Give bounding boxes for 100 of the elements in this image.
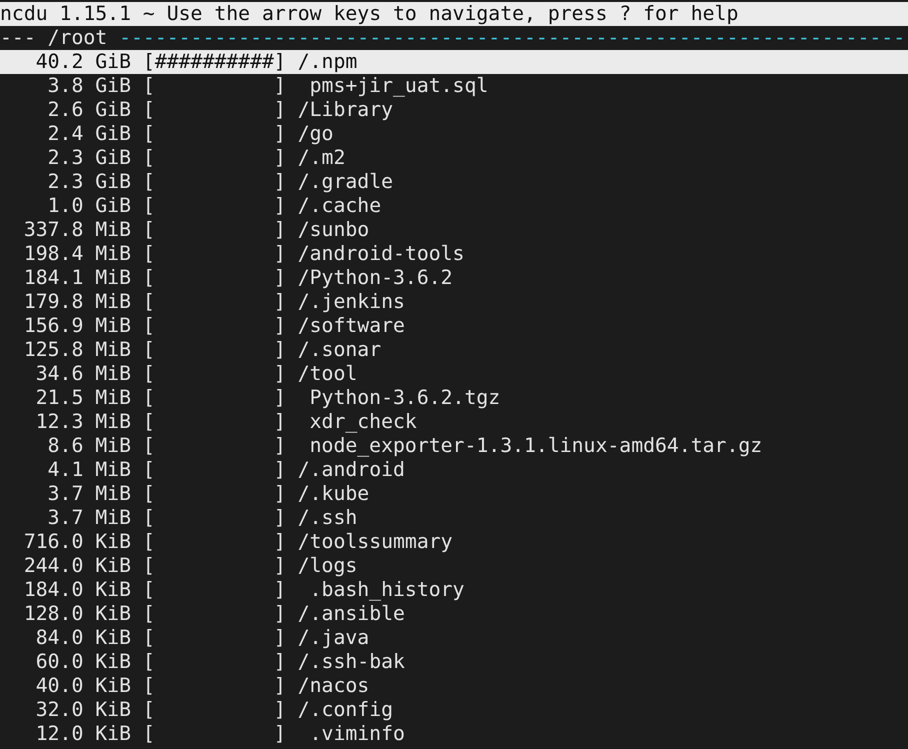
name-cell: /.kube [298, 482, 370, 506]
name-cell: /.sonar [298, 338, 382, 362]
name-cell: /Python-3.6.2 [298, 266, 453, 290]
name-cell: /.android [298, 458, 405, 482]
file-row[interactable]: 34.6 MiB [ ] /tool [0, 362, 908, 386]
size-cell-text: 3.8 GiB [46, 74, 131, 98]
name-cell-text: node_exporter-1.3.1.linux-amd64.tar.gz [308, 434, 762, 458]
file-row[interactable]: 198.4 MiB [ ] /android-tools [0, 242, 908, 266]
usage-graph: [ ] [142, 410, 286, 434]
usage-graph: [ ] [142, 698, 286, 722]
usage-graph: [##########] [142, 50, 286, 74]
file-row[interactable]: 3.7 MiB [ ] /.ssh [0, 506, 908, 530]
file-row[interactable]: 2.4 GiB [ ] /go [0, 122, 908, 146]
size-cell-text: 34.6 MiB [34, 362, 131, 386]
size-cell-text: 21.5 MiB [34, 386, 131, 410]
size-cell-text: 244.0 KiB [22, 554, 131, 578]
usage-graph: [ ] [142, 602, 286, 626]
name-cell: /.java [298, 626, 370, 650]
usage-graph: [ ] [142, 434, 286, 458]
file-row[interactable]: 8.6 MiB [ ] node_exporter-1.3.1.linux-amd64.tar.gz [0, 434, 908, 458]
file-row[interactable]: 184.1 MiB [ ] /Python-3.6.2 [0, 266, 908, 290]
size-cell-text: 1.0 GiB [46, 194, 131, 218]
file-row[interactable]: 12.0 KiB [ ] .viminfo [0, 722, 908, 746]
usage-graph: [ ] [142, 578, 286, 602]
file-row[interactable]: 156.9 MiB [ ] /software [0, 314, 908, 338]
size-cell-text: 128.0 KiB [22, 602, 131, 626]
file-row[interactable]: 244.0 KiB [ ] /logs [0, 554, 908, 578]
name-cell: /.npm [298, 50, 358, 74]
name-cell: /Library [298, 98, 394, 122]
size-cell-text: 60.0 KiB [34, 650, 131, 674]
file-row[interactable]: 2.6 GiB [ ] /Library [0, 98, 908, 122]
name-cell-text: .viminfo [308, 722, 405, 746]
name-cell: /go [298, 122, 334, 146]
file-row[interactable]: 3.8 GiB [ ] pms+jir_uat.sql [0, 74, 908, 98]
size-cell-text: 12.0 KiB [34, 722, 131, 746]
usage-graph: [ ] [142, 674, 286, 698]
path-prefix: --- [0, 26, 36, 50]
usage-graph: [ ] [142, 362, 286, 386]
current-path: /root [48, 26, 108, 50]
size-cell-text: 2.4 GiB [46, 122, 131, 146]
file-row[interactable]: 84.0 KiB [ ] /.java [0, 626, 908, 650]
name-cell: /toolssummary [298, 530, 453, 554]
name-cell: /logs [298, 554, 358, 578]
usage-graph: [ ] [142, 194, 286, 218]
usage-graph: [ ] [142, 74, 286, 98]
usage-graph: [ ] [142, 530, 286, 554]
file-row[interactable]: 12.3 MiB [ ] xdr_check [0, 410, 908, 434]
usage-graph: [ ] [142, 218, 286, 242]
file-row[interactable]: 179.8 MiB [ ] /.jenkins [0, 290, 908, 314]
file-row[interactable]: 4.1 MiB [ ] /.android [0, 458, 908, 482]
name-cell: /.m2 [298, 146, 346, 170]
size-cell-text: 40.2 GiB [34, 50, 131, 74]
size-cell-text: 2.6 GiB [46, 98, 131, 122]
size-cell-text: 84.0 KiB [34, 626, 131, 650]
size-cell-text: 12.3 MiB [34, 410, 131, 434]
file-row[interactable]: 128.0 KiB [ ] /.ansible [0, 602, 908, 626]
name-cell: /nacos [298, 674, 370, 698]
size-cell-text: 184.1 MiB [22, 266, 131, 290]
file-row[interactable]: 184.0 KiB [ ] .bash_history [0, 578, 908, 602]
usage-graph: [ ] [142, 650, 286, 674]
title-text: ncdu 1.15.1 ~ Use the arrow keys to navigate, press ? for help [0, 2, 738, 25]
file-row[interactable]: 125.8 MiB [ ] /.sonar [0, 338, 908, 362]
file-row[interactable]: 1.0 GiB [ ] /.cache [0, 194, 908, 218]
size-cell-text: 8.6 MiB [46, 434, 131, 458]
usage-graph: [ ] [142, 98, 286, 122]
size-cell-text: 716.0 KiB [22, 530, 131, 554]
usage-graph: [ ] [142, 386, 286, 410]
file-row[interactable]: 40.0 KiB [ ] /nacos [0, 674, 908, 698]
file-row[interactable]: 2.3 GiB [ ] /.gradle [0, 170, 908, 194]
size-cell-text: 198.4 MiB [22, 242, 131, 266]
size-cell-text: 2.3 GiB [46, 146, 131, 170]
usage-graph: [ ] [142, 146, 286, 170]
file-row[interactable]: 2.3 GiB [ ] /.m2 [0, 146, 908, 170]
size-cell-text: 179.8 MiB [22, 290, 131, 314]
file-row[interactable]: 716.0 KiB [ ] /toolssummary [0, 530, 908, 554]
usage-graph: [ ] [142, 266, 286, 290]
name-cell: /software [298, 314, 405, 338]
name-cell: /.cache [298, 194, 382, 218]
name-cell: /.config [298, 698, 394, 722]
size-cell-text: 156.9 MiB [22, 314, 131, 338]
file-row[interactable]: 21.5 MiB [ ] Python-3.6.2.tgz [0, 386, 908, 410]
usage-graph: [ ] [142, 554, 286, 578]
usage-graph: [ ] [142, 458, 286, 482]
file-row[interactable]: 32.0 KiB [ ] /.config [0, 698, 908, 722]
name-cell: /sunbo [298, 218, 370, 242]
usage-graph: [ ] [142, 122, 286, 146]
name-cell-text: pms+jir_uat.sql [308, 74, 488, 98]
file-row[interactable]: 337.8 MiB [ ] /sunbo [0, 218, 908, 242]
file-row[interactable]: 60.0 KiB [ ] /.ssh-bak [0, 650, 908, 674]
file-row[interactable]: 3.7 MiB [ ] /.kube [0, 482, 908, 506]
size-cell-text: 2.3 GiB [46, 170, 131, 194]
name-cell: /tool [298, 362, 358, 386]
name-cell: /.jenkins [298, 290, 405, 314]
usage-graph: [ ] [142, 722, 286, 746]
usage-graph: [ ] [142, 626, 286, 650]
size-cell-text: 4.1 MiB [46, 458, 131, 482]
usage-graph: [ ] [142, 170, 286, 194]
name-cell: /android-tools [298, 242, 464, 266]
size-cell-text: 40.0 KiB [34, 674, 131, 698]
file-row[interactable]: 40.2 GiB [##########] /.npm [0, 50, 908, 74]
